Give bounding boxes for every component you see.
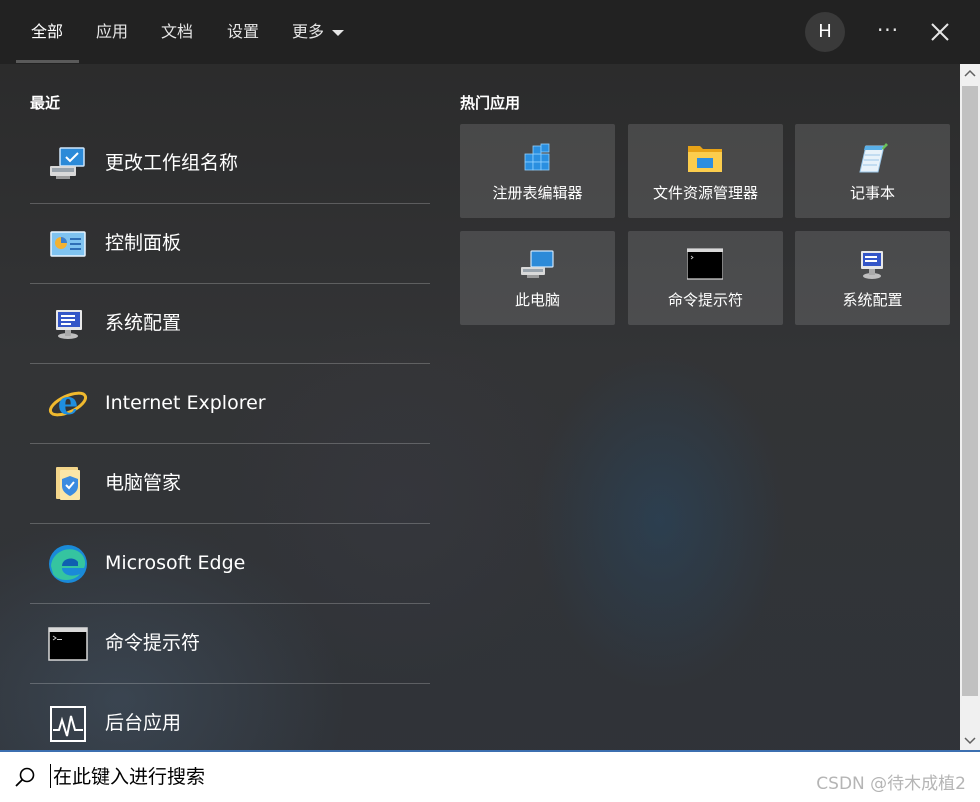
scroll-down-arrow-icon[interactable] xyxy=(960,730,980,750)
recent-item-label: 控制面板 xyxy=(105,232,182,254)
caret-down-icon xyxy=(332,29,345,36)
active-tab-indicator xyxy=(16,60,79,63)
recent-item-internet-explorer[interactable]: e Internet Explorer xyxy=(30,364,430,444)
control-panel-icon xyxy=(50,231,86,257)
avatar[interactable]: H xyxy=(805,12,845,52)
hot-app-label: 记事本 xyxy=(849,184,895,202)
recent-item-control-panel[interactable]: 控制面板 xyxy=(30,204,430,284)
hot-app-label: 命令提示符 xyxy=(667,291,743,309)
tab-apps[interactable]: 应用 xyxy=(96,0,128,64)
svg-text:e: e xyxy=(58,384,78,422)
tab-all[interactable]: 全部 xyxy=(31,0,63,64)
recent-item-label: 系统配置 xyxy=(105,312,182,334)
recent-item-edge[interactable]: Microsoft Edge xyxy=(30,524,430,604)
hot-app-command-prompt[interactable]: 命令提示符 xyxy=(628,231,783,325)
tab-settings[interactable]: 设置 xyxy=(227,0,259,64)
search-top-bar: 全部 应用 文档 设置 更多 H ··· xyxy=(0,0,980,64)
hot-app-label: 注册表编辑器 xyxy=(492,184,583,202)
command-prompt-icon xyxy=(48,627,88,661)
pc-manager-icon xyxy=(56,467,80,500)
more-options-button[interactable]: ··· xyxy=(868,14,908,50)
hot-app-file-explorer[interactable]: 文件资源管理器 xyxy=(628,124,783,218)
tab-more-label: 更多 xyxy=(292,22,325,41)
hot-app-label: 此电脑 xyxy=(514,291,560,309)
vertical-scrollbar[interactable] xyxy=(960,64,980,750)
close-icon xyxy=(931,23,949,41)
hot-app-notepad[interactable]: 记事本 xyxy=(795,124,950,218)
hot-app-label: 文件资源管理器 xyxy=(652,184,758,202)
command-prompt-icon xyxy=(687,248,723,280)
recent-item-label: Microsoft Edge xyxy=(105,552,246,574)
hot-apps-section-title: 热门应用 xyxy=(460,94,521,112)
hot-app-registry-editor[interactable]: 注册表编辑器 xyxy=(460,124,615,218)
internet-explorer-icon: e xyxy=(48,384,88,422)
registry-editor-icon xyxy=(524,143,550,171)
scroll-up-arrow-icon[interactable] xyxy=(960,64,980,84)
recent-section-title: 最近 xyxy=(30,94,61,112)
tab-more[interactable]: 更多 xyxy=(292,0,345,64)
search-bar: CSDN @待木成植2 xyxy=(0,750,980,802)
recent-item-label: 电脑管家 xyxy=(105,472,182,494)
notepad-icon xyxy=(859,143,888,173)
scrollbar-thumb[interactable] xyxy=(962,86,978,696)
watermark-text: CSDN @待木成植2 xyxy=(816,774,966,794)
recent-item-label: Internet Explorer xyxy=(105,392,266,414)
tab-documents[interactable]: 文档 xyxy=(161,0,193,64)
hot-app-this-pc[interactable]: 此电脑 xyxy=(460,231,615,325)
close-button[interactable] xyxy=(926,18,954,46)
hot-app-system-config[interactable]: 系统配置 xyxy=(795,231,950,325)
this-pc-icon xyxy=(521,250,554,278)
computer-settings-icon xyxy=(50,147,85,179)
hot-app-label: 系统配置 xyxy=(842,291,903,309)
file-explorer-icon xyxy=(688,146,722,172)
search-icon xyxy=(15,767,35,787)
system-config-icon xyxy=(56,310,82,339)
recent-item-pc-manager[interactable]: 电脑管家 xyxy=(30,444,430,524)
recent-item-command-prompt[interactable]: 命令提示符 xyxy=(30,604,430,684)
edge-icon xyxy=(49,545,87,583)
system-config-icon xyxy=(861,251,883,279)
recent-item-label: 命令提示符 xyxy=(105,632,201,654)
recent-item-system-config[interactable]: 系统配置 xyxy=(30,284,430,364)
recent-item-label: 更改工作组名称 xyxy=(105,152,239,174)
background-apps-icon xyxy=(50,706,86,742)
search-input[interactable] xyxy=(51,760,755,794)
recent-item-change-workgroup[interactable]: 更改工作组名称 xyxy=(30,124,430,204)
